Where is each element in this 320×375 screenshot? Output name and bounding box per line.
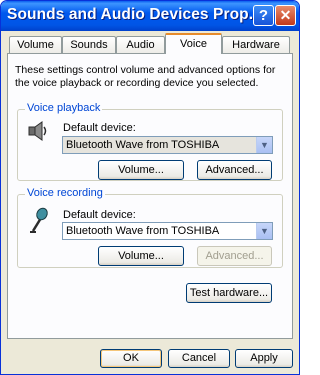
test-hardware-button[interactable]: Test hardware...: [186, 283, 272, 303]
recording-device-label: Default device:: [63, 209, 136, 221]
recording-device-select[interactable]: Bluetooth Wave from TOSHIBA ▼: [62, 222, 273, 240]
voice-recording-title: Voice recording: [25, 187, 105, 200]
microphone-icon: [30, 207, 48, 233]
playback-advanced-button[interactable]: Advanced...: [197, 160, 272, 180]
help-button[interactable]: ?: [253, 5, 274, 26]
chevron-down-icon[interactable]: ▼: [256, 137, 272, 153]
tab-sounds[interactable]: Sounds: [62, 36, 116, 54]
tab-voice[interactable]: Voice: [165, 33, 222, 54]
playback-device-value: Bluetooth Wave from TOSHIBA: [66, 139, 220, 151]
close-button[interactable]: ✕: [275, 5, 296, 26]
recording-advanced-button: Advanced...: [197, 246, 272, 266]
voice-playback-title: Voice playback: [25, 102, 103, 115]
window-title: Sounds and Audio Devices Prop...: [7, 6, 262, 23]
description-text: These settings control volume and advanc…: [15, 64, 276, 89]
playback-device-label: Default device:: [63, 122, 136, 134]
ok-button[interactable]: OK: [100, 349, 162, 368]
tab-volume[interactable]: Volume: [9, 36, 62, 54]
title-bar[interactable]: Sounds and Audio Devices Prop... ? ✕: [1, 1, 299, 31]
playback-device-select[interactable]: Bluetooth Wave from TOSHIBA ▼: [62, 136, 273, 154]
playback-volume-button[interactable]: Volume...: [98, 160, 184, 180]
cancel-button[interactable]: Cancel: [168, 349, 230, 368]
dialog-window: Sounds and Audio Devices Prop... ? ✕ Vol…: [0, 0, 300, 375]
recording-volume-button[interactable]: Volume...: [98, 246, 184, 266]
chevron-down-icon[interactable]: ▼: [256, 223, 272, 239]
speaker-icon: [28, 121, 47, 141]
recording-device-value: Bluetooth Wave from TOSHIBA: [66, 225, 220, 237]
tab-audio[interactable]: Audio: [116, 36, 165, 54]
apply-button[interactable]: Apply: [235, 349, 293, 368]
tab-hardware[interactable]: Hardware: [222, 36, 290, 54]
